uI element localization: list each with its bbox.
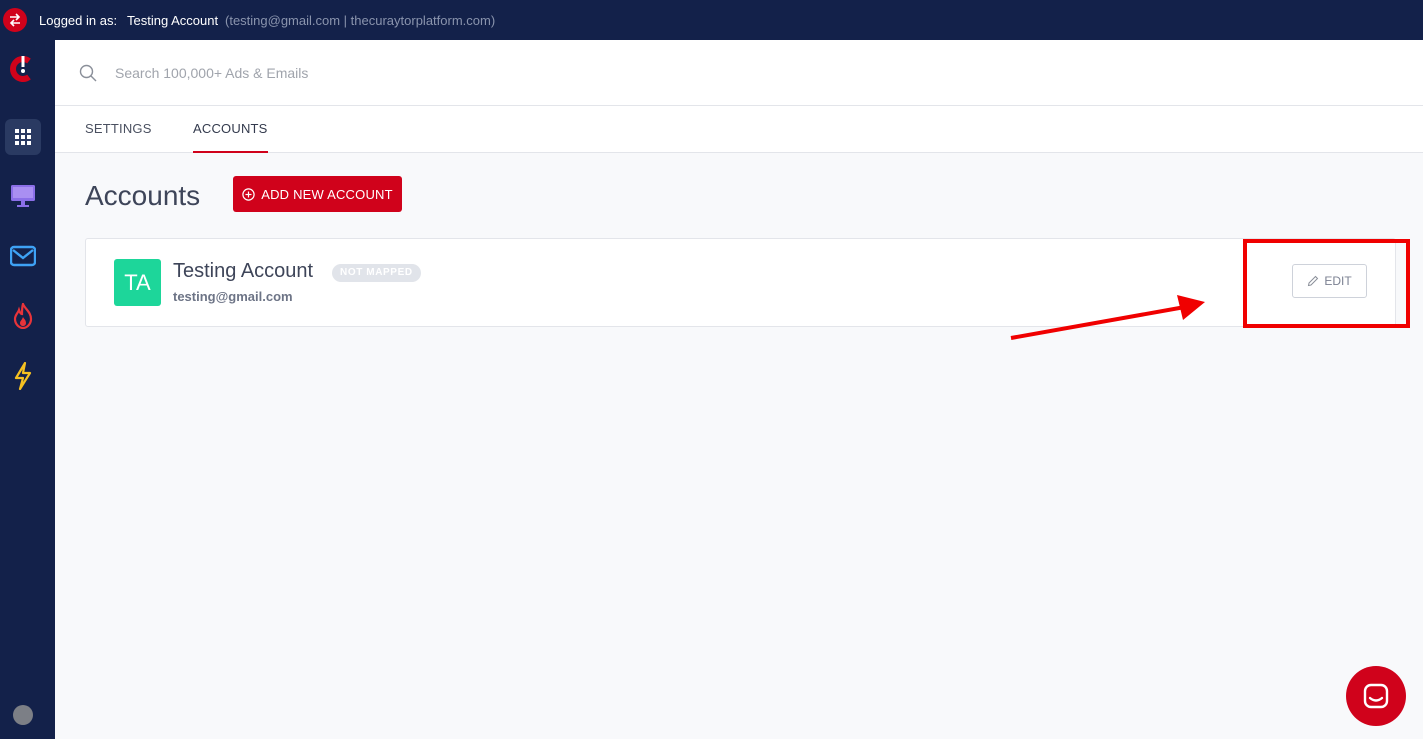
status-badge: NOT MAPPED	[332, 264, 421, 282]
plus-circle-icon	[242, 187, 255, 201]
tab-accounts[interactable]: ACCOUNTS	[193, 106, 268, 153]
account-name: Testing Account	[173, 260, 314, 282]
sidebar	[0, 40, 55, 739]
search-icon	[79, 64, 97, 82]
chat-launcher-button[interactable]	[1346, 666, 1406, 726]
annotation-highlight-box	[1243, 239, 1410, 328]
logged-in-account-name: Testing Account	[127, 13, 219, 28]
account-email: testing@gmail.com	[173, 289, 293, 304]
account-avatar: TA	[114, 259, 161, 306]
grid-icon[interactable]	[5, 119, 41, 155]
top-bar: Logged in as: Testing Account (testing@g…	[0, 0, 1423, 40]
monitor-icon[interactable]	[5, 178, 41, 214]
add-new-account-button[interactable]: ADD NEW ACCOUNT	[233, 176, 402, 212]
tab-settings[interactable]: SETTINGS	[85, 106, 152, 153]
tab-bar: SETTINGS ACCOUNTS	[55, 106, 1423, 153]
annotation-arrow	[1010, 295, 1205, 340]
add-new-account-label: ADD NEW ACCOUNT	[261, 186, 393, 202]
search-bar	[55, 40, 1423, 106]
fire-icon[interactable]	[5, 298, 41, 334]
logged-in-label: Logged in as:	[39, 13, 118, 28]
search-input[interactable]	[115, 60, 815, 86]
lightning-icon[interactable]	[5, 358, 41, 394]
mail-icon[interactable]	[5, 238, 41, 274]
page-title: Accounts	[85, 180, 201, 211]
switch-account-icon[interactable]	[3, 8, 27, 32]
logged-in-account-detail: (testing@gmail.com | thecuraytorplatform…	[225, 13, 496, 28]
chat-icon	[1363, 683, 1389, 709]
user-avatar[interactable]	[13, 705, 33, 725]
curaytor-logo-icon[interactable]	[5, 50, 41, 86]
